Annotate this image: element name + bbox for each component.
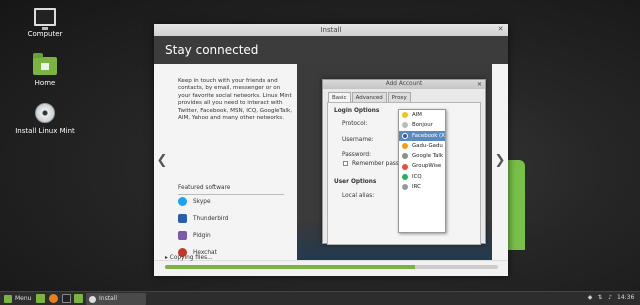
- password-label: Password:: [342, 152, 372, 158]
- featured-item: Skype: [178, 197, 211, 206]
- remember-password-label: Remember passw: [352, 161, 404, 167]
- protocol-option: Google Talk: [399, 151, 445, 161]
- previous-slide-button[interactable]: ❮: [154, 150, 170, 172]
- computer-icon: [34, 8, 56, 30]
- google-talk-icon: [402, 153, 408, 160]
- protocol-option-selected: Facebook (XMPP): [399, 130, 445, 141]
- desktop-icon-home[interactable]: Home: [15, 53, 75, 87]
- terminal-icon[interactable]: [62, 294, 71, 303]
- page-title: Stay connected: [154, 36, 508, 64]
- protocol-option: IRC: [399, 182, 445, 192]
- disc-icon: [35, 103, 55, 123]
- protocol-option: ICQ: [399, 172, 445, 182]
- user-options-heading: User Options: [334, 179, 377, 185]
- progress-bar: [165, 265, 498, 269]
- login-options-heading: Login Options: [334, 108, 380, 114]
- mint-logo-wallpaper: [505, 160, 525, 250]
- remember-password-checkbox: [343, 161, 348, 166]
- tab-basic: Basic: [328, 92, 351, 102]
- files-icon[interactable]: [74, 294, 83, 303]
- dialog-titlebar: Add Account ✕: [323, 80, 485, 89]
- aim-icon: [402, 112, 408, 119]
- username-label: Username:: [342, 137, 374, 143]
- firefox-icon[interactable]: [49, 294, 58, 303]
- volume-icon[interactable]: ♪: [606, 294, 614, 302]
- desktop-icon-label: Install Linux Mint: [15, 127, 75, 135]
- disc-icon: [89, 295, 96, 303]
- featured-item: Pidgin: [178, 231, 211, 240]
- icq-icon: [402, 173, 408, 180]
- taskbar: Menu Install ◆ ⇅ ♪ 14:36: [0, 291, 640, 305]
- protocol-option: GroupWise: [399, 161, 445, 171]
- protocol-label: Protocol:: [342, 121, 368, 127]
- slide-description: Keep in touch with your friends and cont…: [178, 78, 292, 122]
- desktop-icon-install-linux-mint[interactable]: Install Linux Mint: [15, 103, 75, 135]
- protocol-option: AIM: [399, 110, 445, 120]
- window-title: Install: [320, 26, 342, 34]
- home-folder-icon: [33, 53, 57, 75]
- thunderbird-icon: [178, 214, 187, 223]
- tab-advanced: Advanced: [351, 92, 387, 102]
- progress-area: ▸ Copying files...: [154, 255, 508, 276]
- slide-screenshot: Add Account ✕ Basic Advanced Proxy Login…: [297, 64, 492, 260]
- installer-window: Install ✕ Stay connected ❮ Keep in touch…: [154, 24, 508, 276]
- dialog-tabs: Basic Advanced Proxy: [328, 92, 412, 102]
- window-titlebar[interactable]: Install ✕: [154, 24, 508, 36]
- featured-software-heading: Featured software: [178, 185, 284, 195]
- desktop-icon-computer[interactable]: Computer: [15, 8, 75, 38]
- groupwise-icon: [402, 163, 408, 170]
- pidgin-icon: [178, 231, 187, 240]
- progress-bar-fill: [165, 265, 415, 269]
- shield-icon[interactable]: ◆: [586, 294, 594, 302]
- window-close-icon[interactable]: ✕: [496, 25, 505, 34]
- skype-icon: [178, 197, 187, 206]
- protocol-dropdown-list: AIM Bonjour Facebook (XMPP) Gadu-Gadu Go…: [398, 109, 446, 233]
- close-icon: ✕: [476, 81, 482, 88]
- local-alias-label: Local alias:: [342, 193, 375, 199]
- tab-proxy: Proxy: [387, 92, 411, 102]
- protocol-option: Bonjour: [399, 120, 445, 130]
- irc-icon: [402, 184, 408, 191]
- facebook-icon: [402, 132, 408, 139]
- mint-menu-icon: [4, 295, 12, 303]
- network-icon[interactable]: ⇅: [596, 294, 604, 302]
- protocol-option: Gadu-Gadu: [399, 141, 445, 151]
- add-account-dialog: Add Account ✕ Basic Advanced Proxy Login…: [322, 79, 486, 245]
- taskbar-item-install[interactable]: Install: [86, 293, 146, 305]
- gadu-gadu-icon: [402, 143, 408, 150]
- desktop-icon-label: Computer: [27, 30, 63, 38]
- desktop-icon-label: Home: [34, 79, 56, 87]
- show-desktop-icon[interactable]: [36, 294, 45, 303]
- next-slide-button[interactable]: ❯: [492, 150, 508, 172]
- slideshow: ❮ Keep in touch with your friends and co…: [154, 64, 508, 260]
- menu-button[interactable]: Menu: [2, 293, 33, 305]
- bonjour-icon: [402, 122, 408, 129]
- clock[interactable]: 14:36: [617, 294, 634, 301]
- progress-label: ▸ Copying files...: [165, 255, 213, 261]
- featured-item: Thunderbird: [178, 214, 228, 223]
